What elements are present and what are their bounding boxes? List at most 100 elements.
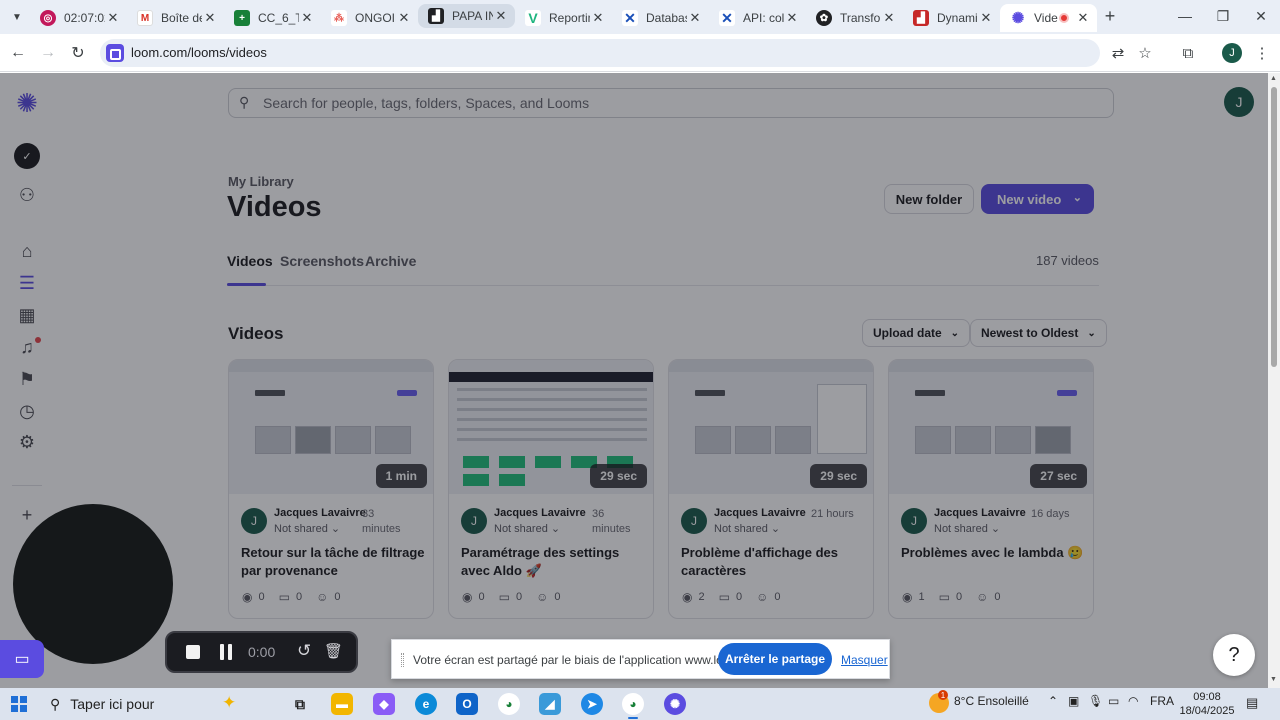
taskbar-clock[interactable]: 09:08 18/04/2025: [1175, 690, 1239, 718]
add-space-icon[interactable]: +: [15, 503, 39, 527]
stop-sharing-button[interactable]: Arrêter le partage: [718, 643, 832, 675]
close-tab-icon[interactable]: ✕: [590, 10, 606, 26]
close-tab-icon[interactable]: ✕: [687, 10, 703, 26]
edge-icon[interactable]: e: [415, 693, 437, 715]
browser-tab[interactable]: M Boîte de ✕: [127, 4, 224, 32]
video-title[interactable]: Retour sur la tâche de filtrage par prov…: [241, 544, 425, 580]
loom-taskbar-icon[interactable]: ✺: [664, 693, 686, 715]
drag-handle-icon[interactable]: [401, 653, 404, 667]
microphone-icon[interactable]: 🎙: [1088, 694, 1103, 708]
new-folder-button[interactable]: New folder: [884, 184, 974, 214]
video-thumbnail[interactable]: 1 min: [229, 360, 433, 494]
user-avatar[interactable]: J: [1224, 87, 1254, 117]
chrome-active-icon[interactable]: ◕: [622, 693, 644, 719]
delete-recording-icon[interactable]: 🗑: [324, 642, 343, 660]
loom-logo-icon[interactable]: ✺: [13, 88, 41, 118]
history-icon[interactable]: ◷: [15, 399, 39, 423]
maximize-icon[interactable]: ❐: [1211, 6, 1235, 26]
video-card[interactable]: 27 sec J Jacques Lavaivre 16 days Not sh…: [888, 359, 1094, 619]
tab-archive[interactable]: Archive: [365, 253, 416, 269]
pause-recording-icon[interactable]: [219, 644, 233, 660]
back-icon[interactable]: ←: [8, 43, 28, 63]
tab-screenshots[interactable]: Screenshots: [280, 253, 364, 269]
close-tab-icon[interactable]: ✕: [881, 10, 897, 26]
sort-order-dropdown[interactable]: Newest to Oldest ⌄: [970, 319, 1107, 347]
close-tab-icon[interactable]: ✕: [299, 10, 315, 26]
video-card[interactable]: 1 min J Jacques Lavaivre 33 minutes Not …: [228, 359, 434, 619]
close-tab-icon[interactable]: ✕: [1075, 10, 1091, 26]
sharing-status[interactable]: Not shared ⌄: [274, 522, 340, 535]
scroll-up-icon[interactable]: ▲: [1270, 75, 1277, 82]
browser-tab[interactable]: ✕ API: coll ✕: [709, 4, 806, 32]
video-thumbnail[interactable]: 27 sec: [889, 360, 1093, 494]
forward-icon[interactable]: →: [38, 43, 58, 63]
video-thumbnail[interactable]: 29 sec: [669, 360, 873, 494]
reload-icon[interactable]: ↻: [68, 43, 88, 63]
sharing-status[interactable]: Not shared ⌄: [714, 522, 780, 535]
bookmark-star-icon[interactable]: ☆: [1135, 43, 1155, 63]
video-title[interactable]: Problèmes avec le lambda 🥲: [901, 544, 1085, 562]
restart-recording-icon[interactable]: ↺: [297, 641, 311, 661]
close-tab-icon[interactable]: ✕: [396, 10, 412, 26]
workspace-avatar[interactable]: ✓: [14, 143, 40, 169]
browser-tab[interactable]: ◎ 02:07:02 ✕: [30, 4, 127, 32]
extensions-icon[interactable]: ⧉: [1178, 43, 1198, 63]
new-tab-icon[interactable]: +: [1100, 6, 1120, 26]
close-tab-icon[interactable]: ✕: [978, 10, 994, 26]
chrome-icon[interactable]: ◕: [498, 693, 520, 715]
wifi-icon[interactable]: ◠: [1128, 694, 1138, 708]
weather-text[interactable]: 8°C Ensoleillé: [954, 694, 1029, 708]
browser-tab[interactable]: ▟ Dynami ✕: [903, 4, 1000, 32]
close-window-icon[interactable]: ✕: [1249, 6, 1273, 26]
browser-tab-hovered[interactable]: ▟ PAPA IN ✕: [418, 4, 515, 28]
tab-search-chevron-icon[interactable]: ▼: [8, 8, 26, 26]
minimize-icon[interactable]: —: [1173, 6, 1197, 26]
taskbar-search[interactable]: ⚲ Taper ici pour ✦: [42, 691, 270, 717]
search-input[interactable]: [263, 93, 1063, 113]
browser-tab-active[interactable]: ✺ Vide ✕: [1000, 4, 1097, 32]
settings-gear-icon[interactable]: ⚙: [15, 430, 39, 454]
new-video-button[interactable]: New video ⌄: [981, 184, 1094, 214]
app-icon[interactable]: ◢: [539, 693, 561, 715]
task-view-icon[interactable]: ⧉: [289, 693, 311, 715]
sort-by-dropdown[interactable]: Upload date ⌄: [862, 319, 971, 347]
stop-recording-icon[interactable]: [186, 645, 200, 659]
video-title[interactable]: Paramétrage des settings avec Aldo 🚀: [461, 544, 645, 580]
url-text[interactable]: loom.com/looms/videos: [131, 45, 267, 60]
windows-start-icon[interactable]: [11, 696, 27, 712]
scroll-down-icon[interactable]: ▼: [1270, 676, 1277, 683]
browser-tab[interactable]: V Reportin ✕: [515, 4, 612, 32]
file-explorer-icon[interactable]: ▬: [331, 693, 353, 715]
invite-user-icon[interactable]: ⚇: [15, 183, 39, 207]
close-tab-icon[interactable]: ✕: [493, 8, 509, 24]
help-button[interactable]: ?: [1213, 634, 1255, 676]
site-info-icon[interactable]: [106, 44, 124, 62]
calendar-icon[interactable]: ▦: [15, 303, 39, 327]
library-icon[interactable]: ☰: [15, 271, 39, 295]
video-thumbnail[interactable]: 29 sec: [449, 360, 653, 494]
home-icon[interactable]: ⌂: [15, 239, 39, 263]
copilot-icon[interactable]: ◆: [373, 693, 395, 715]
tray-chevron-icon[interactable]: ⌃: [1048, 694, 1058, 708]
close-tab-icon[interactable]: ✕: [105, 10, 121, 26]
close-tab-icon[interactable]: ✕: [784, 10, 800, 26]
video-card[interactable]: 29 sec J Jacques Lavaivre 36 minutes Not…: [448, 359, 654, 619]
browser-menu-icon[interactable]: ⋮: [1252, 43, 1272, 63]
omnibox[interactable]: loom.com/looms/videos: [100, 39, 1100, 67]
page-scrollbar[interactable]: ▲ ▼: [1268, 73, 1280, 688]
browser-tab[interactable]: ✕ Databas ✕: [612, 4, 709, 32]
close-tab-icon[interactable]: ✕: [202, 10, 218, 26]
bookmark-icon[interactable]: ⚑: [15, 367, 39, 391]
telegram-icon[interactable]: ➤: [581, 693, 603, 715]
language-indicator[interactable]: FRA: [1150, 694, 1174, 708]
tray-app-icon[interactable]: ▣: [1068, 694, 1079, 708]
browser-tab[interactable]: + CC_6_Ta ✕: [224, 4, 321, 32]
tab-videos[interactable]: Videos: [227, 253, 273, 269]
video-title[interactable]: Problème d'affichage des caractères: [681, 544, 865, 580]
browser-tab[interactable]: ✿ Transfor ✕: [806, 4, 903, 32]
scrollbar-thumb[interactable]: [1271, 87, 1277, 367]
browser-profile-avatar[interactable]: J: [1222, 43, 1242, 63]
video-card[interactable]: 29 sec J Jacques Lavaivre 21 hours Not s…: [668, 359, 874, 619]
sharing-status[interactable]: Not shared ⌄: [494, 522, 560, 535]
translate-icon[interactable]: ⇄: [1108, 43, 1128, 63]
